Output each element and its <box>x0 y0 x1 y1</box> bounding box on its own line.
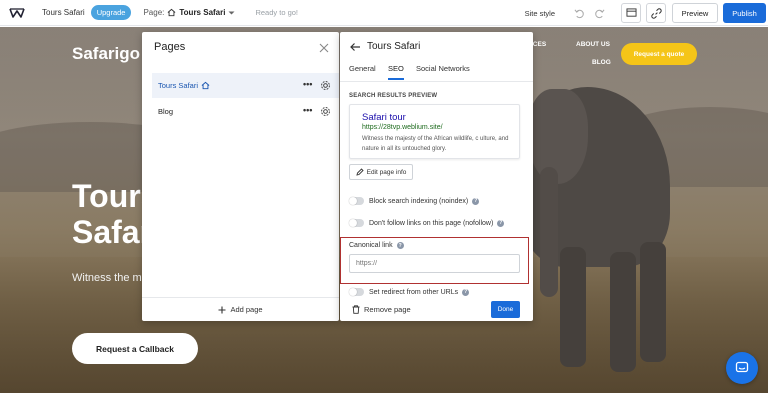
noindex-toggle[interactable] <box>349 197 364 205</box>
pencil-icon <box>355 168 364 176</box>
tab-social-networks[interactable]: Social Networks <box>416 64 470 80</box>
redirect-label: Set redirect from other URLs <box>369 288 459 296</box>
current-page-name: Tours Safari <box>179 8 226 17</box>
link-icon[interactable] <box>646 3 666 23</box>
site-logo[interactable]: Safarigo <box>72 44 140 64</box>
hero-subtitle[interactable]: Witness the m <box>72 272 142 284</box>
help-icon[interactable]: ? <box>396 242 404 249</box>
publish-button[interactable]: Publish <box>723 3 766 23</box>
weblium-logo-icon[interactable] <box>0 0 34 26</box>
redirect-toggle-row[interactable]: Set redirect from other URLs ? <box>349 286 470 298</box>
add-page-label: Add page <box>230 305 263 314</box>
chevron-down-icon <box>228 11 235 14</box>
help-icon[interactable]: ? <box>462 288 470 296</box>
serp-title: Safari tour <box>362 112 406 123</box>
nav-item-blog[interactable]: BLOG <box>592 59 611 66</box>
more-options-icon[interactable]: ••• <box>303 80 312 89</box>
preview-button[interactable]: Preview <box>672 3 718 23</box>
remove-page-button[interactable]: Remove page <box>352 305 411 314</box>
canonical-link-label: Canonical link ? <box>349 242 404 249</box>
help-icon[interactable]: ? <box>497 219 505 227</box>
edit-page-info-label: Edit page info <box>366 168 407 176</box>
tab-seo[interactable]: SEO <box>388 64 404 80</box>
help-icon[interactable]: ? <box>472 197 480 205</box>
back-arrow-icon[interactable] <box>349 41 361 53</box>
remove-page-label: Remove page <box>364 305 411 314</box>
pages-icon[interactable] <box>621 3 641 23</box>
page-item-label: Tours Safari <box>158 81 199 90</box>
settings-tabs: General SEO Social Networks <box>340 62 533 82</box>
page-selector[interactable]: Page: Tours Safari <box>143 8 235 17</box>
tab-general[interactable]: General <box>349 64 376 80</box>
close-icon[interactable] <box>317 41 331 55</box>
search-results-preview: Safari tour https://28tvp.weblium.site/ … <box>349 104 520 159</box>
add-page-button[interactable]: Add page <box>142 297 339 321</box>
nav-item-about[interactable]: ABOUT US <box>576 41 610 48</box>
page-item-label: Blog <box>158 107 174 116</box>
pages-panel: Pages Tours Safari ••• Blog ••• Add page <box>142 32 339 321</box>
redirect-toggle[interactable] <box>349 288 364 296</box>
noindex-toggle-row[interactable]: Block search indexing (noindex) ? <box>349 195 480 207</box>
done-button[interactable]: Done <box>491 301 520 318</box>
page-selector-prefix: Page: <box>143 8 165 17</box>
canonical-link-label-text: Canonical link <box>349 242 393 249</box>
noindex-label: Block search indexing (noindex) <box>369 197 469 205</box>
canonical-link-input[interactable] <box>349 254 520 273</box>
page-settings-panel: Tours Safari General SEO Social Networks… <box>340 32 533 321</box>
undo-icon[interactable] <box>569 3 589 23</box>
request-callback-button[interactable]: Request a Callback <box>72 333 198 364</box>
plus-icon <box>218 306 226 313</box>
search-preview-heading: SEARCH RESULTS PREVIEW <box>349 93 438 99</box>
gear-icon[interactable] <box>320 80 331 91</box>
site-name[interactable]: Tours Safari <box>42 8 85 17</box>
nofollow-toggle[interactable] <box>349 219 364 227</box>
serp-description: Witness the majesty of the African wildl… <box>362 136 509 152</box>
hero-title[interactable]: Tours Safari <box>72 178 152 250</box>
settings-panel-title: Tours Safari <box>367 41 421 52</box>
nofollow-label: Don't follow links on this page (nofollo… <box>369 219 494 227</box>
nav-item-services[interactable]: ICES <box>531 41 546 48</box>
site-style-button[interactable]: Site style <box>525 9 555 18</box>
gear-icon[interactable] <box>320 106 331 117</box>
serp-url: https://28tvp.weblium.site/ <box>362 124 443 131</box>
edit-page-info-button[interactable]: Edit page info <box>349 164 413 180</box>
chat-icon[interactable] <box>726 352 758 384</box>
pages-panel-title: Pages <box>154 41 186 53</box>
nofollow-toggle-row[interactable]: Don't follow links on this page (nofollo… <box>349 217 505 229</box>
editor-toolbar: Tours Safari Upgrade Page: Tours Safari … <box>0 0 768 26</box>
redo-icon[interactable] <box>589 3 609 23</box>
upgrade-button[interactable]: Upgrade <box>90 5 132 20</box>
more-options-icon[interactable]: ••• <box>303 106 312 115</box>
page-item-blog[interactable]: Blog ••• <box>152 99 339 124</box>
trash-icon <box>352 305 360 314</box>
save-status: Ready to go! <box>255 8 298 17</box>
request-quote-button[interactable]: Request a quote <box>621 43 697 65</box>
page-item-tours-safari[interactable]: Tours Safari ••• <box>152 73 339 98</box>
home-icon <box>201 81 210 90</box>
home-icon <box>167 8 176 17</box>
